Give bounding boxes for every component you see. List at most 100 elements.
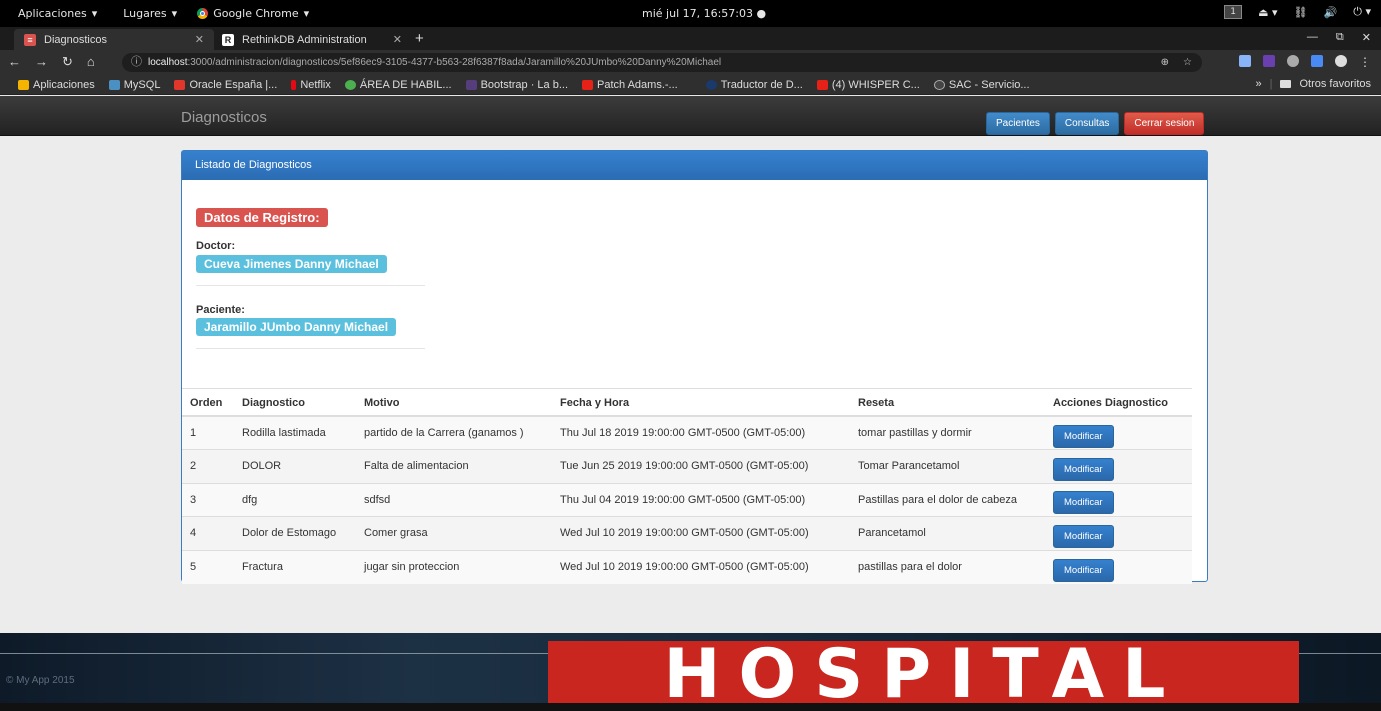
- close-tab-icon[interactable]: ✕: [393, 33, 402, 46]
- bookmark-area-habil[interactable]: ÁREA DE HABIL...: [344, 78, 452, 91]
- other-bookmarks[interactable]: » | Otros favoritos: [1255, 78, 1371, 90]
- cell-diagnostico: Rodilla lastimada: [234, 415, 356, 450]
- address-toolbar: ← → ↻ ⌂ ⓘ localhost:3000/administracion/…: [0, 50, 1381, 75]
- bookmark-label: Traductor de D...: [720, 78, 803, 91]
- url-bar[interactable]: ⓘ localhost:3000/administracion/diagnost…: [122, 53, 1202, 72]
- minimize-icon[interactable]: —: [1307, 31, 1318, 44]
- mysql-icon: [108, 79, 120, 90]
- bookmark-label: SAC - Servicio...: [948, 78, 1030, 91]
- bookmark-mysql[interactable]: MySQL: [108, 78, 161, 91]
- divider: [196, 285, 425, 286]
- modificar-button[interactable]: Modificar: [1053, 457, 1114, 481]
- back-icon[interactable]: ←: [8, 54, 21, 70]
- modificar-button[interactable]: Modificar: [1053, 524, 1114, 548]
- bookmark-star-icon[interactable]: ☆: [1183, 53, 1192, 72]
- url-host: localhost: [148, 57, 188, 68]
- hospital-banner: HOSPITAL: [548, 641, 1299, 711]
- divider: [196, 348, 425, 349]
- header-orden: Orden: [182, 388, 234, 417]
- applications-menu[interactable]: Aplicaciones ▾: [18, 7, 97, 20]
- system-top-bar: Aplicaciones ▾ Lugares ▾ Google Chrome ▾ mi…: [0, 0, 1381, 27]
- bookmark-sac[interactable]: SAC - Servicio...: [933, 78, 1030, 91]
- bookmarks-bar: Aplicaciones MySQL Oracle España |... Ne…: [0, 75, 1381, 95]
- bookmark-label: Oracle España |...: [189, 78, 278, 91]
- navbar-buttons: Pacientes Consultas Cerrar sesion: [986, 112, 1205, 135]
- bookmark-oracle[interactable]: Oracle España |...: [174, 79, 277, 91]
- modificar-button[interactable]: Modificar: [1053, 424, 1114, 448]
- volume-icon[interactable]: 🔊: [1324, 6, 1338, 19]
- extension-translate-icon[interactable]: [1311, 55, 1323, 67]
- cerrar-sesion-button[interactable]: Cerrar sesion: [1124, 112, 1205, 135]
- home-icon[interactable]: ⌂: [87, 54, 95, 70]
- extension-devtools-icon[interactable]: [1263, 55, 1275, 67]
- header-diagnostico: Diagnostico: [234, 388, 356, 417]
- cell-fecha: Thu Jul 04 2019 19:00:00 GMT-0500 (GMT-0…: [552, 482, 850, 517]
- registro-label: Datos de Registro:: [196, 208, 328, 227]
- bookmark-bootstrap[interactable]: Bootstrap · La b...: [465, 79, 568, 91]
- cell-diagnostico: dfg: [234, 482, 356, 517]
- cell-fecha: Tue Jun 25 2019 19:00:00 GMT-0500 (GMT-0…: [552, 449, 850, 483]
- cell-orden: 1: [182, 415, 234, 450]
- extension-location-icon[interactable]: [1287, 55, 1299, 67]
- url-path: :3000/administracion/diagnosticos/5ef86e…: [187, 57, 722, 68]
- cell-orden: 5: [182, 549, 234, 584]
- cell-motivo: jugar sin proteccion: [356, 549, 552, 584]
- new-tab-button[interactable]: +: [415, 30, 424, 47]
- netflix-icon: [291, 79, 297, 90]
- cell-reseta: pastillas para el dolor: [850, 549, 1045, 584]
- tab-diagnosticos[interactable]: ≡ Diagnosticos ✕: [14, 29, 214, 50]
- cell-diagnostico: Dolor de Estomago: [234, 516, 356, 550]
- doctor-title: Doctor:: [196, 240, 236, 252]
- extension-save-icon[interactable]: [1239, 55, 1251, 67]
- cell-fecha: Wed Jul 10 2019 19:00:00 GMT-0500 (GMT-0…: [552, 549, 850, 584]
- modificar-button[interactable]: Modificar: [1053, 491, 1114, 515]
- header-reseta: Reseta: [850, 388, 1045, 417]
- system-tray: 1 ⏏ ▾ ⛓ 🔊 ⏻ ▾: [1224, 5, 1371, 19]
- taskbar: [0, 703, 1381, 711]
- table-row: 4 Dolor de Estomago Comer grasa Wed Jul …: [182, 516, 1192, 550]
- info-icon[interactable]: ⓘ: [131, 53, 142, 72]
- rethinkdb-favicon-icon: R: [222, 33, 234, 46]
- bookmark-patch-adams[interactable]: Patch Adams.-...: [582, 79, 678, 91]
- chrome-menu-icon[interactable]: ⋮: [1359, 55, 1371, 69]
- translator-icon: [705, 79, 717, 90]
- reload-icon[interactable]: ↻: [62, 54, 73, 70]
- profile-avatar-icon[interactable]: [1335, 55, 1347, 67]
- footer-copyright: © My App 2015: [6, 675, 75, 686]
- power-icon[interactable]: ⏻ ▾: [1353, 5, 1371, 19]
- header-acciones: Acciones Diagnostico: [1045, 388, 1192, 417]
- forward-icon[interactable]: →: [35, 54, 48, 70]
- maximize-icon[interactable]: ⧉: [1336, 31, 1344, 44]
- bookmark-label: ÁREA DE HABIL...: [359, 78, 452, 91]
- close-window-icon[interactable]: ✕: [1362, 31, 1371, 44]
- workspace-indicator[interactable]: 1: [1224, 5, 1243, 19]
- bookmark-apps[interactable]: Aplicaciones: [18, 79, 95, 91]
- more-bookmarks-icon[interactable]: »: [1255, 78, 1261, 90]
- cell-motivo: Falta de alimentacion: [356, 449, 552, 483]
- pacientes-button[interactable]: Pacientes: [986, 112, 1050, 135]
- url-actions: ⊕ ☆: [1161, 53, 1192, 72]
- bookmark-traductor[interactable]: Traductor de D...: [705, 78, 803, 91]
- header-motivo: Motivo: [356, 388, 552, 417]
- bookmark-netflix[interactable]: Netflix: [291, 79, 331, 91]
- zoom-icon[interactable]: ⊕: [1161, 53, 1169, 72]
- close-tab-icon[interactable]: ✕: [195, 33, 204, 46]
- places-menu[interactable]: Lugares ▾: [123, 7, 177, 20]
- active-app-menu[interactable]: Google Chrome ▾: [197, 7, 309, 20]
- bookmark-label: (4) WHISPER C...: [831, 78, 920, 91]
- modificar-button[interactable]: Modificar: [1053, 558, 1114, 582]
- navbar-brand[interactable]: Diagnosticos: [181, 109, 267, 126]
- other-bookmarks-label: Otros favoritos: [1299, 78, 1371, 90]
- bookmark-whisper[interactable]: (4) WHISPER C...: [816, 78, 920, 91]
- tab-rethinkdb[interactable]: R RethinkDB Administration ✕: [212, 29, 412, 50]
- bookmark-label: MySQL: [123, 78, 161, 91]
- dropdown-arrow-icon: ▾: [91, 7, 98, 20]
- network-icon[interactable]: ⛓: [1294, 6, 1308, 19]
- panel-heading: Listado de Diagnosticos: [182, 151, 1207, 180]
- consultas-button[interactable]: Consultas: [1054, 112, 1120, 135]
- eject-icon[interactable]: ⏏ ▾: [1258, 6, 1277, 19]
- cell-reseta: Tomar Parancetamol: [850, 449, 1045, 483]
- youtube-icon: [816, 79, 828, 90]
- cell-orden: 4: [182, 516, 234, 550]
- clock[interactable]: mié jul 17, 16:57:03 ●: [642, 7, 766, 20]
